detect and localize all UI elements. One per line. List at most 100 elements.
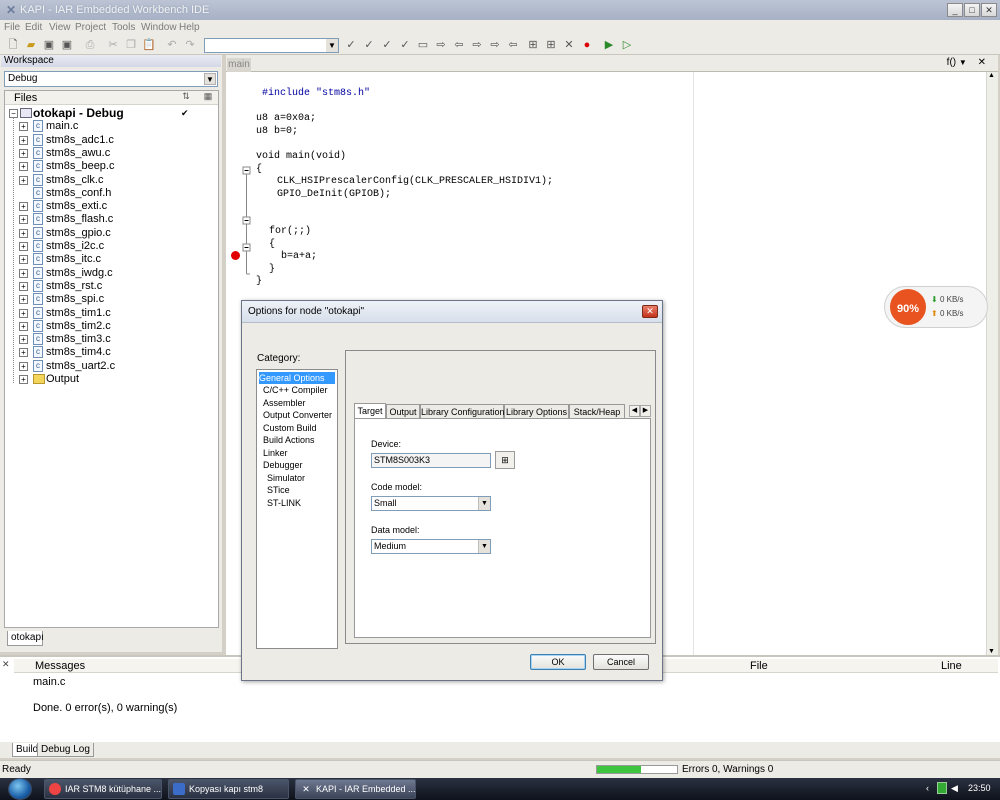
undo-icon[interactable]: ↶ (164, 38, 180, 53)
tree-file-row[interactable]: + c stm8s_exti.c (5, 200, 218, 213)
minimize-button[interactable]: _ (947, 3, 963, 17)
prev-bookmark-icon[interactable]: ⇦ (505, 38, 521, 53)
category-item[interactable]: Assembler (259, 397, 335, 409)
menu-window[interactable]: Window (141, 22, 177, 33)
category-item[interactable]: Build Actions (259, 434, 335, 446)
taskbar-item-iar[interactable]: ✕ KAPI - IAR Embedded ... (295, 779, 416, 799)
tree-file-row[interactable]: + c stm8s_i2c.c (5, 240, 218, 253)
save-icon[interactable]: ▣ (41, 38, 57, 53)
chevron-down-icon[interactable]: ▼ (478, 497, 490, 510)
options-column-icon[interactable]: ⇅ (179, 91, 193, 104)
expand-icon[interactable]: + (19, 228, 28, 238)
menu-project[interactable]: Project (75, 22, 106, 33)
copy-icon[interactable]: ❐ (123, 38, 139, 53)
start-button[interactable] (8, 778, 32, 800)
breakpoint-marker[interactable] (231, 251, 240, 260)
dialog-title-bar[interactable]: Options for node "otokapi" ✕ (242, 301, 662, 323)
tree-file-row[interactable]: + c stm8s_rst.c (5, 279, 218, 293)
chevron-down-icon[interactable]: ▼ (326, 39, 338, 52)
menu-tools[interactable]: Tools (112, 22, 135, 33)
chevron-down-icon[interactable]: ▼ (478, 540, 490, 553)
category-item[interactable]: General Options (259, 372, 335, 384)
open-folder-icon[interactable]: ▰ (23, 38, 39, 53)
tab-library-options[interactable]: Library Options (504, 404, 569, 418)
device-select-button[interactable]: ⊞ (495, 451, 515, 469)
expand-icon[interactable]: + (19, 308, 28, 318)
expand-icon[interactable]: + (19, 175, 28, 185)
scroll-down-icon[interactable]: ▼ (988, 648, 995, 655)
nav-back-icon[interactable]: ⇦ (451, 38, 467, 53)
editor-scrollbar[interactable]: ▲ ▼ (986, 72, 998, 655)
expand-icon[interactable]: + (19, 361, 28, 371)
ok-button[interactable]: OK (530, 654, 586, 670)
network-tray-icon[interactable] (937, 782, 947, 794)
tree-file-row[interactable]: + c stm8s_tim4.c (5, 346, 218, 359)
tree-file-row[interactable]: + c stm8s_tim1.c (5, 306, 218, 320)
expand-icon[interactable]: + (19, 162, 28, 172)
expand-icon[interactable]: + (19, 148, 28, 158)
compile-icon[interactable]: ⊞ (525, 38, 541, 53)
save-all-icon[interactable]: ▣ (59, 38, 75, 53)
expand-icon[interactable]: + (19, 335, 28, 345)
category-item[interactable]: Linker (259, 447, 335, 459)
line-column-label[interactable]: Line (941, 660, 962, 672)
expand-icon[interactable]: + (19, 122, 28, 132)
tree-output-row[interactable]: + Output (5, 373, 218, 386)
expand-icon[interactable]: + (19, 242, 28, 251)
taskbar-item-chrome[interactable]: IAR STM8 kütüphane ... (44, 779, 162, 799)
tab-stack-heap[interactable]: Stack/Heap (569, 404, 625, 418)
debug-without-download-icon[interactable]: ▷ (619, 38, 635, 53)
expand-icon[interactable]: + (19, 268, 28, 278)
tree-file-row[interactable]: + c stm8s_adc1.c (5, 133, 218, 147)
find-next-icon[interactable]: ✓ (361, 38, 377, 53)
category-list[interactable]: General Options C/C++ Compiler Assembler Ou… (256, 369, 338, 649)
find-prev-icon[interactable]: ✓ (379, 38, 395, 53)
tab-scroll-right-icon[interactable]: ▶ (640, 405, 651, 417)
file-column-label[interactable]: File (750, 660, 768, 672)
tree-file-row[interactable]: + c stm8s_spi.c (5, 293, 218, 306)
menu-view[interactable]: View (49, 22, 71, 33)
tab-target[interactable]: Target (354, 403, 386, 418)
category-item[interactable]: ST-LINK (259, 497, 335, 509)
tab-library-configuration[interactable]: Library Configuration (420, 404, 505, 418)
breakpoint-toggle-icon[interactable]: ● (579, 38, 595, 53)
expand-icon[interactable]: + (19, 255, 28, 265)
close-icon[interactable]: ✕ (2, 659, 10, 670)
tree-file-row[interactable]: + c stm8s_clk.c (5, 173, 218, 187)
configuration-select[interactable]: Debug ▼ (4, 71, 218, 87)
close-button[interactable]: ✕ (981, 3, 997, 17)
tab-scroll-left-icon[interactable]: ◀ (629, 405, 640, 417)
message-row[interactable]: Done. 0 error(s), 0 warning(s) (33, 702, 177, 714)
tree-project-row[interactable]: − otokapi - Debug ✔ (5, 107, 218, 120)
expand-icon[interactable]: + (19, 281, 28, 291)
network-monitor-widget[interactable]: 90% ⬇ 0 KB/s ⬆ 0 KB/s (884, 286, 988, 328)
messages-column-label[interactable]: Messages (35, 660, 85, 672)
redo-icon[interactable]: ↷ (182, 38, 198, 53)
stop-build-icon[interactable]: ✕ (561, 38, 577, 53)
find-icon[interactable]: ✓ (343, 38, 359, 53)
category-item[interactable]: Simulator (259, 472, 335, 484)
category-item[interactable]: Custom Build (259, 422, 335, 434)
tree-file-row[interactable]: c stm8s_conf.h (5, 186, 218, 200)
tree-file-row[interactable]: + c main.c (5, 120, 218, 133)
code-model-select[interactable]: Small ▼ (371, 496, 491, 511)
new-file-icon[interactable]: 🗋 (5, 38, 21, 53)
tab-output[interactable]: Output (386, 404, 420, 418)
chevron-down-icon[interactable]: ▼ (204, 73, 216, 85)
data-model-select[interactable]: Medium ▼ (371, 539, 491, 554)
tree-file-row[interactable]: + c stm8s_gpio.c (5, 226, 218, 240)
tree-file-row[interactable]: + c stm8s_awu.c (5, 146, 218, 160)
editor-tab-main[interactable]: main (227, 58, 251, 72)
make-icon[interactable]: ⊞ (543, 38, 559, 53)
menu-help[interactable]: Help (179, 22, 200, 33)
menu-file[interactable]: File (4, 22, 20, 33)
download-debug-icon[interactable]: ▶ (601, 38, 617, 53)
goto-icon[interactable]: ▭ (415, 38, 431, 53)
workspace-tab[interactable]: otokapı (7, 631, 44, 646)
expand-icon[interactable]: + (19, 375, 28, 384)
expand-icon[interactable]: + (19, 295, 28, 305)
tree-file-row[interactable]: + c stm8s_tim3.c (5, 333, 218, 346)
iar-icon[interactable]: ✕ (4, 3, 18, 17)
message-row[interactable]: main.c (33, 676, 65, 688)
tree-file-row[interactable]: + c stm8s_iwdg.c (5, 266, 218, 280)
